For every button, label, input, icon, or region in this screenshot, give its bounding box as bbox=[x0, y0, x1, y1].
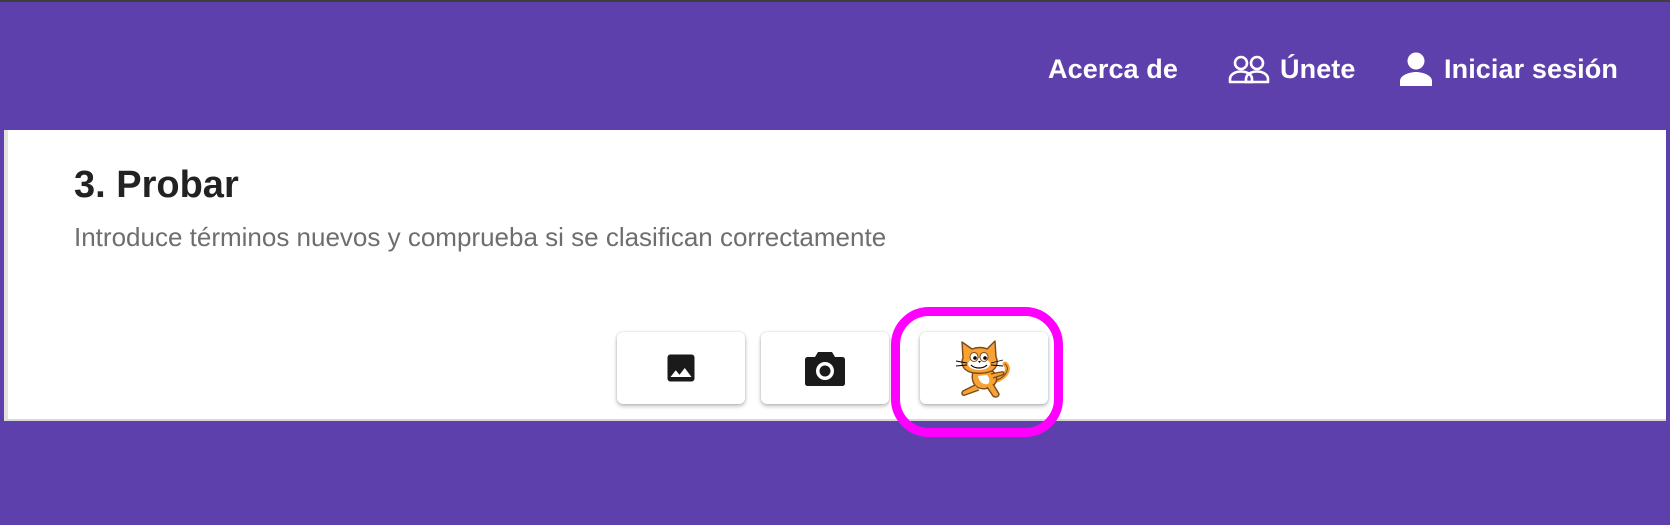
test-with-camera-button[interactable] bbox=[761, 332, 889, 404]
panel-title: 3. Probar bbox=[74, 164, 239, 206]
scratch-cat-icon bbox=[953, 336, 1015, 400]
person-icon bbox=[1398, 52, 1434, 86]
nav-about-label: Acerca de bbox=[1048, 53, 1178, 84]
test-panel: 3. Probar Introduce términos nuevos y co… bbox=[4, 130, 1666, 421]
nav-join-label: Únete bbox=[1280, 53, 1356, 84]
panel-subtitle: Introduce términos nuevos y comprueba si… bbox=[74, 222, 887, 252]
group-icon bbox=[1228, 54, 1270, 84]
nav-signin-link[interactable]: Iniciar sesión bbox=[1398, 47, 1618, 91]
nav-signin-label: Iniciar sesión bbox=[1444, 53, 1618, 84]
top-navbar: Acerca de Únete Iniciar sesión bbox=[0, 2, 1670, 130]
nav-join-link[interactable]: Únete bbox=[1228, 47, 1356, 91]
test-in-scratch-button[interactable] bbox=[920, 332, 1048, 404]
camera-icon bbox=[804, 349, 846, 387]
image-icon bbox=[663, 350, 699, 386]
nav-about-link[interactable]: Acerca de bbox=[1048, 47, 1178, 91]
test-with-image-button[interactable] bbox=[617, 332, 745, 404]
